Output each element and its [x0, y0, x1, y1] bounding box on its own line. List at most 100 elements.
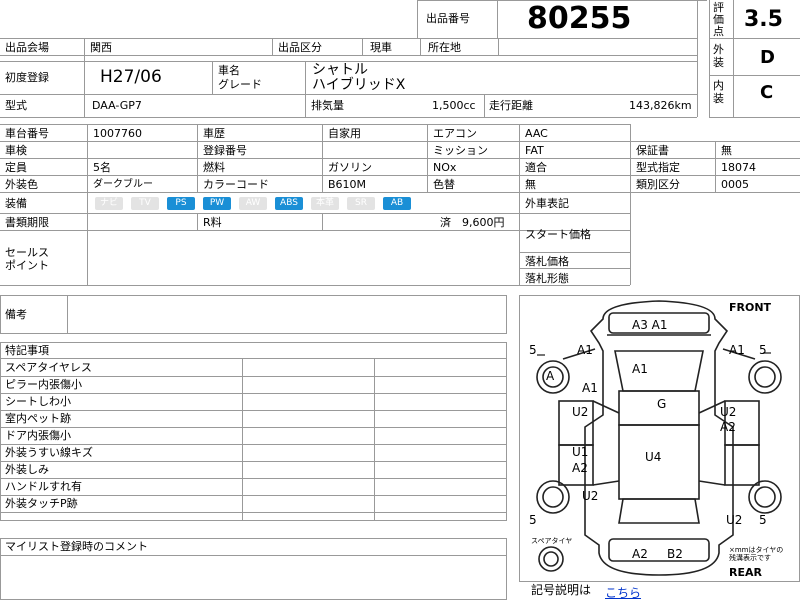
mark-left-front-door: U2	[572, 405, 589, 419]
equipment-badge-sr: SR	[347, 197, 375, 210]
special-note-item: ハンドルすれ有	[5, 480, 82, 493]
mark-left-pillar: A1	[582, 381, 598, 395]
bid-price-label: 落札価格	[525, 255, 569, 268]
name-label: 車名	[218, 64, 240, 77]
model-value: DAA-GP7	[92, 99, 142, 112]
category-value: 現車	[370, 41, 392, 54]
color-code-label: カラーコード	[203, 178, 269, 191]
bid-type-label: 落札形態	[525, 272, 569, 285]
class-value: 0005	[721, 178, 749, 191]
type-designation-value: 18074	[721, 161, 756, 174]
equipment-badge-ab: AB	[383, 197, 411, 210]
displacement-value: 1,500cc	[432, 99, 476, 112]
exterior-grade: D	[760, 47, 775, 68]
foreign-label: 外車表記	[525, 197, 569, 210]
mark-right-front-door-u: U2	[720, 405, 737, 419]
equipment-badge-ナビ: ナビ	[95, 197, 123, 210]
ac-value: AAC	[525, 127, 548, 140]
equipment-badge-本革: 本革	[311, 197, 339, 210]
reg-no-label: 登録番号	[203, 144, 247, 157]
mylist-label: マイリスト登録時のコメント	[5, 540, 148, 553]
venue-value: 関西	[90, 41, 112, 54]
grade-label: グレード	[218, 78, 262, 91]
mark-rear-bumper-right: B2	[667, 547, 683, 561]
special-note-item: シートしわ小	[5, 395, 71, 408]
start-price-label: スタート価格	[525, 228, 591, 241]
lot-label: 出品番号	[426, 12, 470, 25]
chassis-no-value: 1007760	[93, 127, 142, 140]
equipment-badge-abs: ABS	[275, 197, 303, 210]
nox-value: 適合	[525, 161, 547, 174]
r-fee-status: 済	[440, 216, 451, 229]
mark-glass: G	[657, 397, 667, 411]
notes-label: 備考	[5, 308, 27, 321]
vehicle-grade: ハイブリッドX	[312, 77, 406, 93]
mileage-label: 走行距離	[489, 99, 533, 112]
special-note-item: 室内ペット跡	[5, 412, 71, 425]
equipment-badge-tv: TV	[131, 197, 159, 210]
history-label: 車歴	[203, 127, 225, 140]
color-code-value: B610M	[328, 178, 367, 191]
interior-label: 内装	[713, 79, 724, 105]
model-label: 型式	[5, 99, 27, 112]
equipment-badge-aw: AW	[239, 197, 267, 210]
tire-note-line1: ×mmはタイヤの	[729, 546, 784, 554]
first-reg-value: H27/06	[100, 67, 162, 87]
type-designation-label: 型式指定	[636, 161, 680, 174]
mark-hood: A1	[632, 362, 648, 376]
fuel-label: 燃料	[203, 161, 225, 174]
r-fee-label: R料	[203, 216, 222, 229]
tire-depth-front-left: 5	[529, 343, 537, 357]
fuel-value: ガソリン	[328, 161, 372, 174]
special-note-item: 外装うすい線キズ	[5, 446, 93, 459]
mark-left-rear-door-u: U1	[572, 445, 589, 459]
tire-depth-rear-left: 5	[529, 513, 537, 527]
mark-front-bumper: A3 A1	[632, 318, 668, 332]
legend-label: 記号説明は	[531, 583, 592, 597]
inspection-label: 車検	[5, 144, 27, 157]
warranty-label: 保証書	[636, 144, 669, 157]
special-note-item: 外装タッチP跡	[5, 497, 78, 510]
special-note-item: スペアタイヤレス	[5, 361, 92, 374]
score-value: 3.5	[744, 7, 783, 32]
special-note-item: 外装しみ	[5, 463, 49, 476]
r-fee-value: 9,600円	[462, 216, 505, 229]
mark-right-quarter: U2	[726, 513, 743, 527]
color-value: ダークブルー	[93, 179, 153, 190]
special-note-item: ピラー内張傷小	[5, 378, 82, 391]
mark-rear-bumper-left: A2	[632, 547, 648, 561]
spare-tire-label: スペアタイヤ	[531, 537, 573, 545]
tire-note-line2: 残溝表示です	[729, 554, 771, 562]
mission-label: ミッション	[433, 144, 488, 157]
notes-box	[0, 295, 507, 334]
ac-label: エアコン	[433, 127, 477, 140]
mark-left-quarter: U2	[582, 489, 599, 503]
mark-left-rear-door-a: A2	[572, 461, 588, 475]
capacity-value: 5名	[93, 161, 111, 174]
rear-label: REAR	[729, 566, 762, 579]
mileage-value: 143,826km	[629, 99, 692, 112]
warranty-value: 無	[721, 144, 732, 157]
location-label: 所在地	[428, 41, 461, 54]
exterior-label: 外装	[713, 43, 724, 69]
mark-front-right-fender: A1	[729, 343, 745, 357]
special-note-item: ドア内張傷小	[5, 429, 71, 442]
score-label: 評価点	[713, 1, 724, 38]
lot-number: 80255	[527, 1, 632, 36]
special-notes-label: 特記事項	[5, 344, 49, 357]
mark-roof: U4	[645, 450, 662, 464]
repaint-label: 色替	[433, 178, 455, 191]
mission-value: FAT	[525, 144, 544, 157]
legend-link[interactable]: こちら	[605, 584, 641, 601]
repaint-value: 無	[525, 178, 536, 191]
mark-right-front-door-a: A2	[720, 420, 736, 434]
vehicle-name: シャトル	[312, 62, 368, 78]
venue-label: 出品会場	[5, 41, 49, 54]
front-label: FRONT	[729, 301, 772, 314]
equipment-badge-pw: PW	[203, 197, 231, 210]
category-label: 出品区分	[278, 41, 322, 54]
equipment-badge-ps: PS	[167, 197, 195, 210]
history-value: 自家用	[328, 127, 361, 140]
chassis-no-label: 車台番号	[5, 127, 49, 140]
interior-grade: C	[760, 82, 774, 103]
